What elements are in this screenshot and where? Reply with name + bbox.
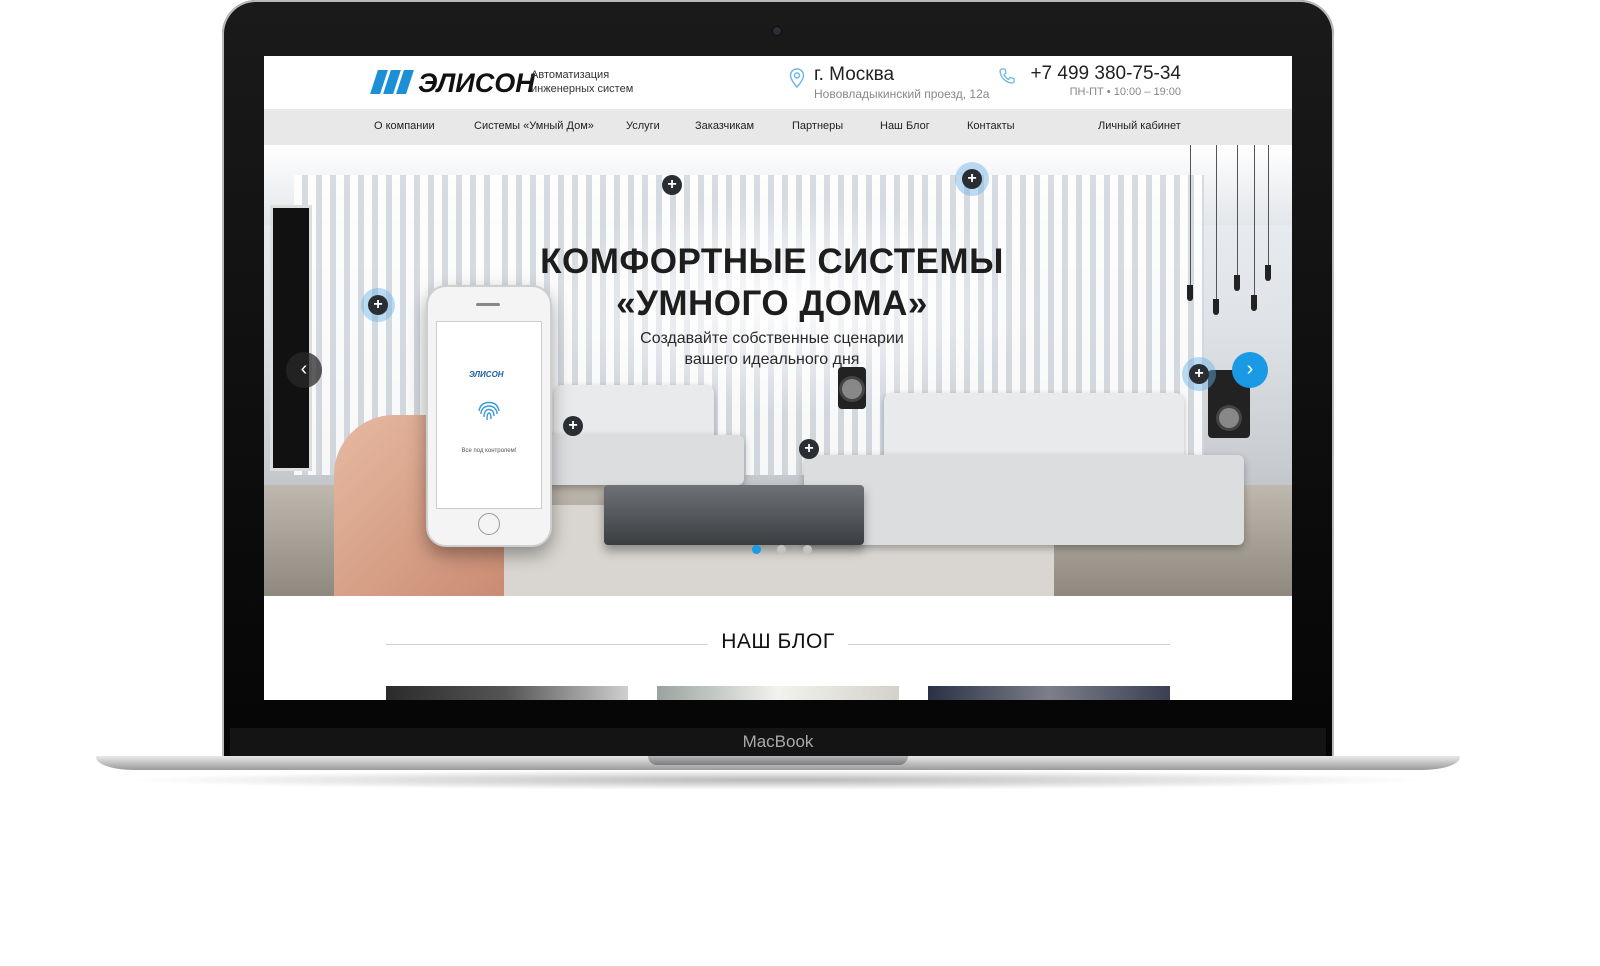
tv-decor bbox=[270, 205, 312, 471]
nav-customers[interactable]: Заказчикам bbox=[695, 120, 754, 132]
slider-dot-1[interactable] bbox=[752, 545, 761, 554]
nav-blog[interactable]: Наш Блог bbox=[880, 120, 930, 132]
slider-prev-button[interactable]: ‹ bbox=[286, 352, 322, 388]
pendant-lamp bbox=[1251, 295, 1257, 311]
slider-pagination bbox=[752, 541, 824, 559]
hotspot-ceiling-light[interactable]: + bbox=[662, 175, 682, 195]
blog-card-image[interactable] bbox=[928, 686, 1170, 700]
smartphone-caption: Все под контролем! bbox=[461, 448, 517, 454]
slider-dot-3[interactable] bbox=[802, 545, 812, 554]
nav-contacts[interactable]: Контакты bbox=[967, 120, 1015, 132]
sofa-left-seat bbox=[544, 435, 744, 485]
main-nav: О компании Системы «Умный Дом» Услуги За… bbox=[264, 109, 1292, 145]
divider bbox=[386, 644, 708, 645]
pendant-lamp bbox=[1187, 285, 1193, 301]
nav-partners[interactable]: Партнеры bbox=[792, 120, 843, 132]
blog-card-image[interactable] bbox=[386, 686, 628, 700]
working-hours: ПН-ПТ • 10:00 – 19:00 bbox=[1069, 86, 1181, 98]
logo-bars-icon bbox=[370, 70, 414, 99]
coffee-table bbox=[604, 485, 864, 545]
address-label: Нововладыкинский проезд, 12а bbox=[814, 87, 990, 101]
divider bbox=[848, 644, 1170, 645]
nav-account[interactable]: Личный кабинет bbox=[1098, 120, 1181, 132]
pendant-lamp bbox=[1213, 299, 1219, 315]
pendant-lamp bbox=[1265, 265, 1271, 281]
hotspot-sofa[interactable]: + bbox=[563, 416, 583, 436]
slider-dot-2[interactable] bbox=[777, 545, 787, 554]
hotspot-table[interactable]: + bbox=[799, 439, 819, 459]
fingerprint-icon bbox=[478, 401, 500, 421]
map-pin-icon bbox=[789, 68, 805, 88]
pendant-lamp bbox=[1234, 275, 1240, 291]
phone-number[interactable]: +7 499 380-75-34 bbox=[1030, 63, 1181, 85]
nav-about[interactable]: О компании bbox=[374, 120, 435, 132]
city-label: г. Москва bbox=[814, 64, 895, 85]
speaker-center bbox=[838, 367, 866, 409]
hotspot-speaker[interactable]: + bbox=[1189, 364, 1209, 384]
camera-icon bbox=[773, 27, 781, 35]
device-label: MacBook bbox=[742, 732, 814, 751]
blog-title: НАШ БЛОГ bbox=[721, 630, 835, 653]
hero-subtitle: Создавайте собственные сценарии вашего и… bbox=[564, 328, 980, 370]
site-header: ЭЛИСОН Автоматизация инженерных систем г… bbox=[264, 56, 1292, 109]
slider-next-button[interactable]: › bbox=[1232, 352, 1268, 388]
smartphone-logo: ЭЛИСОН bbox=[469, 370, 504, 379]
hero-title-line-1: КОМФОРТНЫЕ СИСТЕМЫ bbox=[540, 242, 1004, 281]
brand-tagline: Автоматизация инженерных систем bbox=[531, 69, 634, 95]
blog-card-image[interactable] bbox=[657, 686, 899, 700]
hotspot-tv[interactable]: + bbox=[368, 295, 388, 315]
hero-slider: ЭЛИСОН Все под контролем! КОМФОРТНЫЕ СИС… bbox=[264, 145, 1292, 596]
hero-title-line-2: «УМНОГО ДОМА» bbox=[616, 284, 928, 323]
hero-title: КОМФОРТНЫЕ СИСТЕМЫ «УМНОГО ДОМА» bbox=[514, 241, 1030, 325]
blog-section: НАШ БЛОГ bbox=[264, 596, 1292, 700]
sofa-right-seat bbox=[804, 455, 1244, 545]
brand-name: ЭЛИСОН bbox=[418, 68, 535, 98]
hero-subtitle-line-2: вашего идеального дня bbox=[684, 351, 860, 368]
home-button-icon bbox=[478, 513, 500, 535]
hero-subtitle-line-1: Создавайте собственные сценарии bbox=[640, 330, 904, 347]
brand-logo[interactable]: ЭЛИСОН bbox=[370, 68, 535, 99]
phone-icon bbox=[999, 68, 1015, 84]
laptop-shadow bbox=[120, 770, 1436, 790]
nav-smart-home[interactable]: Системы «Умный Дом» bbox=[474, 120, 594, 132]
sofa-right-back bbox=[884, 393, 1184, 463]
smartphone-screen: ЭЛИСОН Все под контролем! bbox=[436, 321, 542, 509]
laptop-screen: ЭЛИСОН Автоматизация инженерных систем г… bbox=[264, 56, 1292, 700]
laptop-notch bbox=[648, 756, 908, 765]
hotspot-projector[interactable]: + bbox=[962, 169, 982, 189]
nav-services[interactable]: Услуги bbox=[626, 120, 660, 132]
